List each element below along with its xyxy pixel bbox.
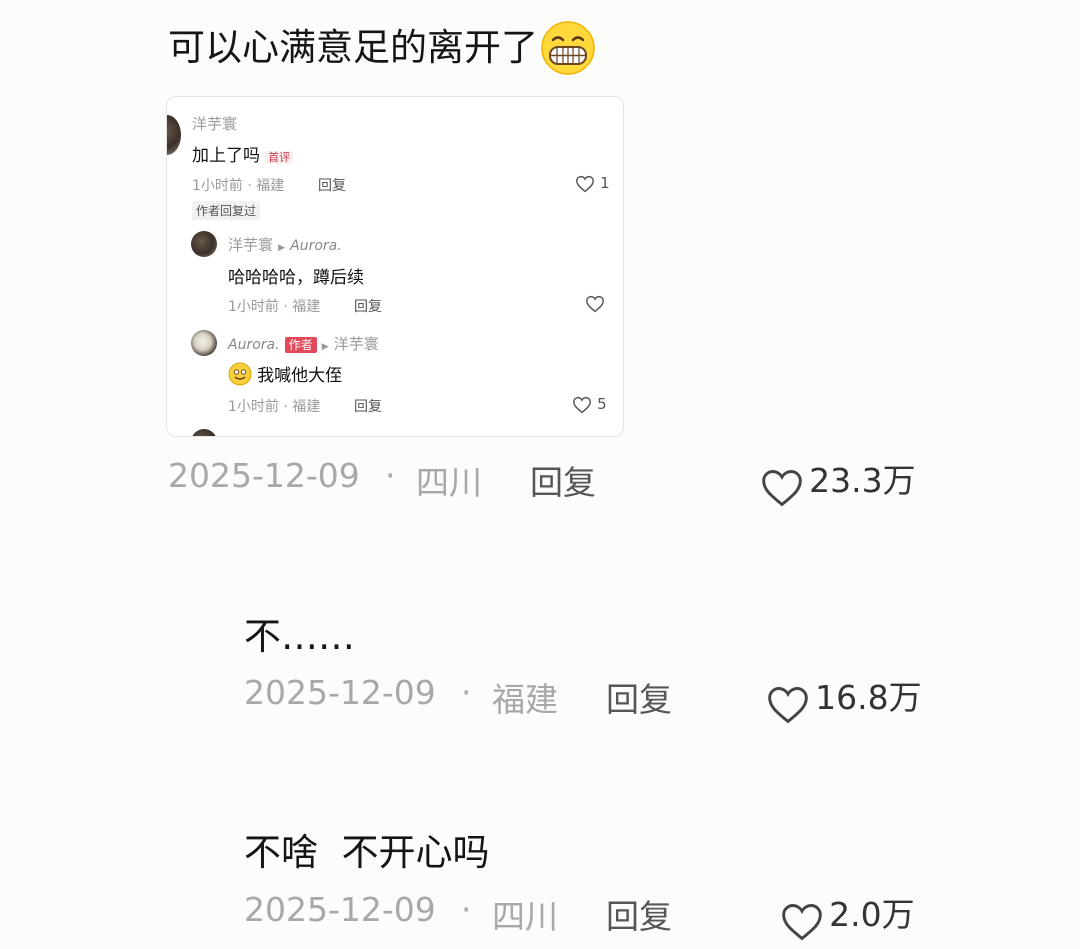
reply-button[interactable]: 回复 [606, 673, 672, 721]
avatar [167, 115, 181, 155]
like-button[interactable]: 23.3万 [760, 454, 916, 509]
reply-link[interactable]: 回复 [318, 175, 346, 195]
comment-thread: 可以心满意足的离开了 洋芋寰 加上了吗 首评 1小时前 · 福建 回复 1 作者… [0, 0, 1080, 949]
reply-meta: 1小时前 · 福建 [228, 299, 321, 315]
comment-location: 福建 [492, 680, 558, 719]
author-badge: 作者 [284, 337, 317, 353]
avatar [191, 330, 217, 356]
reply-to-name: Aurora. [290, 238, 342, 254]
commenter-name: 洋芋寰 [228, 236, 274, 254]
reply-text: 我喊他大侄 [257, 366, 343, 386]
comment-location: 四川 [416, 463, 482, 502]
reply-header: Aurora. 作者 ▶ 洋芋寰 [228, 333, 379, 354]
heart-icon [573, 396, 591, 413]
heart-icon [782, 903, 822, 940]
main-comment-body: 可以心满意足的离开了 [168, 26, 538, 69]
like-button[interactable]: 16.8万 [766, 671, 922, 726]
comment-date: 2025-12-09 [244, 673, 436, 712]
reply-comment-text: 不…… [244, 615, 355, 658]
commenter-name: 洋芋寰 [192, 115, 238, 133]
avatar [191, 429, 217, 436]
reply-arrow-icon: ▶ [321, 342, 329, 352]
reply-comment-text: 不啥 不开心吗 [244, 831, 490, 874]
heart-icon [576, 175, 594, 192]
separator-dot: · [385, 456, 396, 495]
comment-date: 2025-12-09 [168, 456, 360, 495]
comment-date: 2025-12-09 [244, 890, 436, 929]
heart-icon [586, 295, 604, 313]
heart-icon [762, 469, 802, 506]
comment-meta: 1小时前 · 福建 [192, 178, 285, 194]
first-comment-badge: 首评 [265, 151, 294, 164]
separator-dot: · [461, 890, 472, 929]
like-count: 2.0万 [829, 895, 915, 934]
smiley-face-icon [228, 362, 252, 386]
like-button[interactable]: 2.0万 [780, 888, 915, 943]
grinning-face-icon [540, 20, 596, 76]
reply-arrow-icon: ▶ [278, 243, 286, 253]
like-control[interactable] [585, 295, 605, 317]
heart-icon [768, 686, 808, 723]
separator-dot: · [461, 673, 472, 712]
commenter-name: Aurora. [228, 337, 280, 353]
reply-line: 我喊他大侄 [228, 361, 342, 386]
like-control[interactable]: 1 [575, 173, 610, 193]
like-count: 5 [597, 395, 607, 413]
main-comment-meta: 2025-12-09 [168, 456, 360, 495]
comment-location: 四川 [492, 897, 558, 936]
comment-line: 加上了吗 首评 [192, 141, 294, 166]
reply-to-name: 洋芋寰 [333, 335, 379, 353]
reply-text: 哈哈哈哈，蹲后续 [228, 268, 364, 288]
avatar [191, 231, 217, 257]
reply-meta: 1小时前 · 福建 [228, 399, 321, 415]
main-comment-text: 可以心满意足的离开了 [168, 20, 596, 76]
like-count: 23.3万 [809, 461, 916, 500]
like-count: 1 [600, 174, 610, 192]
embedded-screenshot[interactable]: 洋芋寰 加上了吗 首评 1小时前 · 福建 回复 1 作者回复过 洋芋寰 ▶ A… [166, 96, 624, 437]
reply-button[interactable]: 回复 [606, 890, 672, 938]
author-replied-tag: 作者回复过 [192, 201, 261, 220]
comment-text: 加上了吗 [192, 146, 260, 166]
reply-header: 洋芋寰 ▶ Aurora. [228, 234, 342, 255]
reply-link[interactable]: 回复 [354, 296, 382, 316]
like-count: 16.8万 [815, 678, 922, 717]
like-control[interactable]: 5 [572, 394, 607, 414]
reply-button[interactable]: 回复 [530, 456, 596, 504]
reply-link[interactable]: 回复 [354, 396, 382, 416]
